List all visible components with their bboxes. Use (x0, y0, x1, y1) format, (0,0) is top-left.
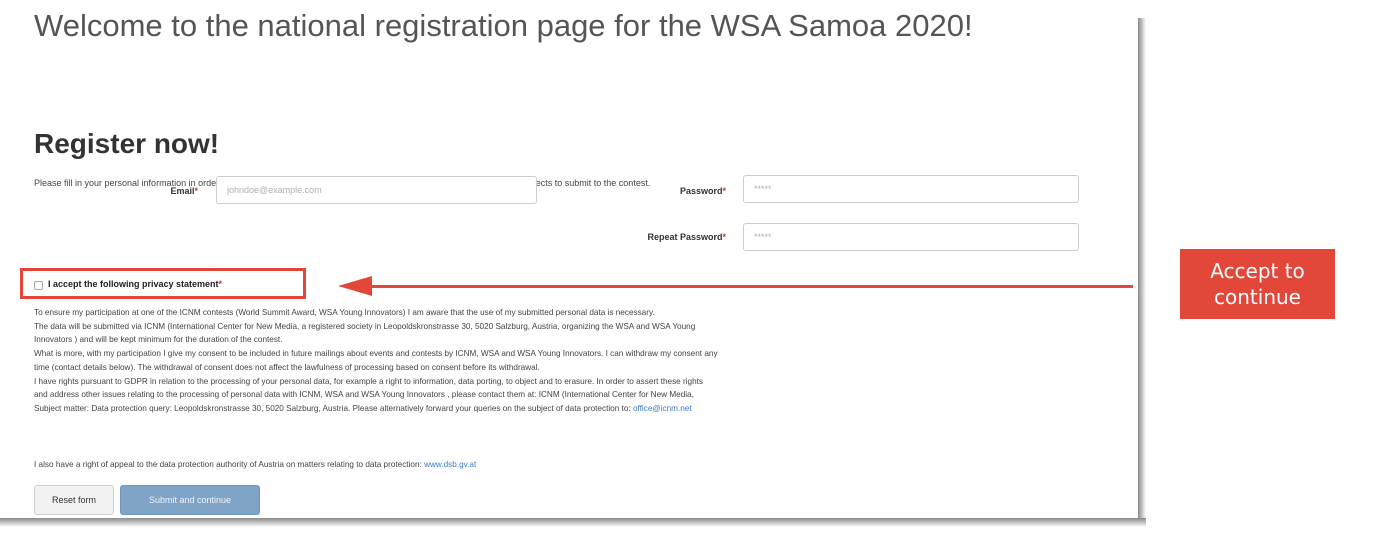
required-marker: * (722, 186, 726, 196)
privacy-paragraph: Innovators ) and will be kept minimum fo… (34, 335, 283, 345)
submit-and-continue-button[interactable]: Submit and continue (120, 485, 260, 515)
appeal-text-body: I also have a right of appeal to the dat… (34, 460, 422, 469)
privacy-checkbox[interactable] (34, 281, 43, 290)
arrow-left-icon (338, 276, 372, 296)
password-label-text: Password (679, 186, 723, 196)
screenshot-shadow (1138, 18, 1146, 524)
accept-callout: Accept to continue (1180, 249, 1335, 319)
privacy-paragraph: To ensure my participation at one of the… (34, 308, 655, 317)
privacy-paragraph: What is more, with my participation I gi… (34, 349, 718, 359)
email-label-text: Email (170, 186, 195, 196)
privacy-statement-text: To ensure my participation at one of the… (34, 306, 1124, 416)
dsb-link[interactable]: www.dsb.gv.at (424, 460, 476, 469)
required-marker: * (194, 186, 198, 196)
contact-email-link[interactable]: office@icnm.net (633, 404, 692, 413)
email-input[interactable] (216, 176, 537, 204)
required-marker: * (218, 279, 223, 289)
callout-line-1: Accept to (1210, 259, 1305, 283)
repeat-password-label-text: Repeat Password (647, 232, 723, 242)
privacy-checkbox-label-text: I accept the following privacy statement (48, 279, 219, 289)
screenshot-shadow (0, 518, 1146, 527)
privacy-last-line: Subject matter: Data protection query: L… (34, 403, 631, 413)
repeat-password-label: Repeat Password* (580, 232, 726, 242)
privacy-paragraph-last: Subject matter: Data protection query: L… (34, 402, 1124, 416)
privacy-paragraph: The data will be submitted via ICNM (Int… (34, 321, 696, 331)
appeal-text: I also have a right of appeal to the dat… (34, 460, 476, 469)
privacy-paragraph: time (contact details below). The withdr… (34, 362, 540, 372)
privacy-checkbox-label[interactable]: I accept the following privacy statement… (48, 279, 222, 289)
callout-line-2: continue (1214, 285, 1301, 309)
password-input[interactable] (743, 175, 1079, 203)
page-title: Welcome to the national registration pag… (34, 8, 973, 43)
password-label: Password* (600, 186, 726, 196)
register-heading: Register now! (34, 128, 220, 159)
email-label: Email* (140, 186, 198, 196)
repeat-password-input[interactable] (743, 223, 1079, 251)
privacy-paragraph: and address other issues relating to the… (34, 390, 694, 400)
required-marker: * (722, 232, 726, 242)
registration-screenshot: Welcome to the national registration pag… (0, 0, 1140, 518)
annotation-arrow-line (370, 285, 1133, 288)
reset-form-button[interactable]: Reset form (34, 485, 114, 515)
privacy-paragraph: I have rights pursuant to GDPR in relati… (34, 376, 704, 386)
privacy-highlight-box: I accept the following privacy statement… (20, 268, 306, 299)
